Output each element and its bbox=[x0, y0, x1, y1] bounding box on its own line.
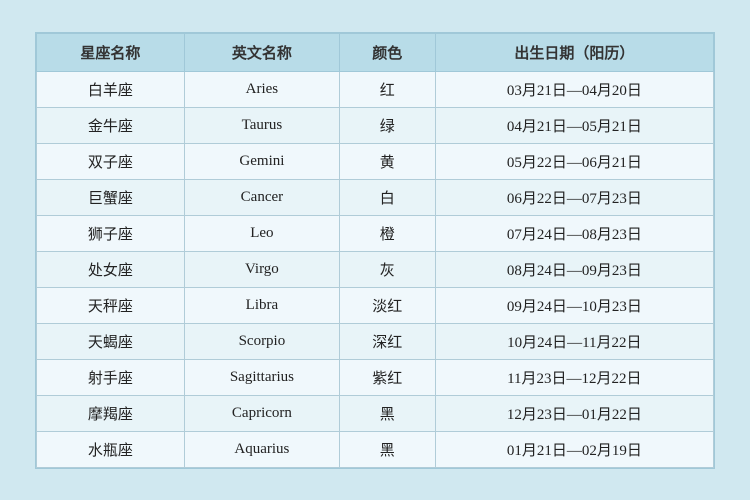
table-row: 水瓶座Aquarius黑01月21日—02月19日 bbox=[37, 431, 714, 467]
table-row: 双子座Gemini黄05月22日—06月21日 bbox=[37, 143, 714, 179]
cell-english-name: Gemini bbox=[184, 143, 339, 179]
cell-chinese-name: 狮子座 bbox=[37, 215, 185, 251]
cell-color: 橙 bbox=[339, 215, 435, 251]
cell-chinese-name: 射手座 bbox=[37, 359, 185, 395]
cell-color: 红 bbox=[339, 71, 435, 107]
cell-english-name: Aquarius bbox=[184, 431, 339, 467]
cell-chinese-name: 双子座 bbox=[37, 143, 185, 179]
cell-english-name: Capricorn bbox=[184, 395, 339, 431]
cell-english-name: Taurus bbox=[184, 107, 339, 143]
cell-dates: 01月21日—02月19日 bbox=[435, 431, 713, 467]
table-row: 白羊座Aries红03月21日—04月20日 bbox=[37, 71, 714, 107]
table-row: 天秤座Libra淡红09月24日—10月23日 bbox=[37, 287, 714, 323]
header-english-name: 英文名称 bbox=[184, 33, 339, 71]
cell-english-name: Libra bbox=[184, 287, 339, 323]
header-dates: 出生日期（阳历） bbox=[435, 33, 713, 71]
cell-english-name: Leo bbox=[184, 215, 339, 251]
cell-dates: 08月24日—09月23日 bbox=[435, 251, 713, 287]
header-color: 颜色 bbox=[339, 33, 435, 71]
cell-dates: 05月22日—06月21日 bbox=[435, 143, 713, 179]
cell-color: 紫红 bbox=[339, 359, 435, 395]
table-header-row: 星座名称 英文名称 颜色 出生日期（阳历） bbox=[37, 33, 714, 71]
cell-english-name: Aries bbox=[184, 71, 339, 107]
cell-dates: 12月23日—01月22日 bbox=[435, 395, 713, 431]
cell-dates: 03月21日—04月20日 bbox=[435, 71, 713, 107]
zodiac-table: 星座名称 英文名称 颜色 出生日期（阳历） 白羊座Aries红03月21日—04… bbox=[36, 33, 714, 468]
table-row: 天蝎座Scorpio深红10月24日—11月22日 bbox=[37, 323, 714, 359]
table-row: 狮子座Leo橙07月24日—08月23日 bbox=[37, 215, 714, 251]
table-row: 摩羯座Capricorn黑12月23日—01月22日 bbox=[37, 395, 714, 431]
cell-english-name: Virgo bbox=[184, 251, 339, 287]
cell-dates: 10月24日—11月22日 bbox=[435, 323, 713, 359]
cell-color: 黄 bbox=[339, 143, 435, 179]
table-row: 处女座Virgo灰08月24日—09月23日 bbox=[37, 251, 714, 287]
cell-color: 深红 bbox=[339, 323, 435, 359]
cell-dates: 07月24日—08月23日 bbox=[435, 215, 713, 251]
header-chinese-name: 星座名称 bbox=[37, 33, 185, 71]
cell-dates: 11月23日—12月22日 bbox=[435, 359, 713, 395]
cell-english-name: Scorpio bbox=[184, 323, 339, 359]
cell-color: 黑 bbox=[339, 431, 435, 467]
zodiac-table-container: 星座名称 英文名称 颜色 出生日期（阳历） 白羊座Aries红03月21日—04… bbox=[35, 32, 715, 469]
cell-chinese-name: 处女座 bbox=[37, 251, 185, 287]
cell-dates: 09月24日—10月23日 bbox=[435, 287, 713, 323]
table-row: 巨蟹座Cancer白06月22日—07月23日 bbox=[37, 179, 714, 215]
cell-color: 淡红 bbox=[339, 287, 435, 323]
cell-chinese-name: 巨蟹座 bbox=[37, 179, 185, 215]
cell-chinese-name: 天秤座 bbox=[37, 287, 185, 323]
cell-chinese-name: 天蝎座 bbox=[37, 323, 185, 359]
table-row: 射手座Sagittarius紫红11月23日—12月22日 bbox=[37, 359, 714, 395]
cell-chinese-name: 金牛座 bbox=[37, 107, 185, 143]
cell-dates: 04月21日—05月21日 bbox=[435, 107, 713, 143]
cell-color: 绿 bbox=[339, 107, 435, 143]
cell-color: 黑 bbox=[339, 395, 435, 431]
cell-chinese-name: 白羊座 bbox=[37, 71, 185, 107]
cell-dates: 06月22日—07月23日 bbox=[435, 179, 713, 215]
cell-color: 白 bbox=[339, 179, 435, 215]
table-row: 金牛座Taurus绿04月21日—05月21日 bbox=[37, 107, 714, 143]
table-body: 白羊座Aries红03月21日—04月20日金牛座Taurus绿04月21日—0… bbox=[37, 71, 714, 467]
cell-chinese-name: 摩羯座 bbox=[37, 395, 185, 431]
cell-english-name: Cancer bbox=[184, 179, 339, 215]
cell-chinese-name: 水瓶座 bbox=[37, 431, 185, 467]
cell-color: 灰 bbox=[339, 251, 435, 287]
cell-english-name: Sagittarius bbox=[184, 359, 339, 395]
